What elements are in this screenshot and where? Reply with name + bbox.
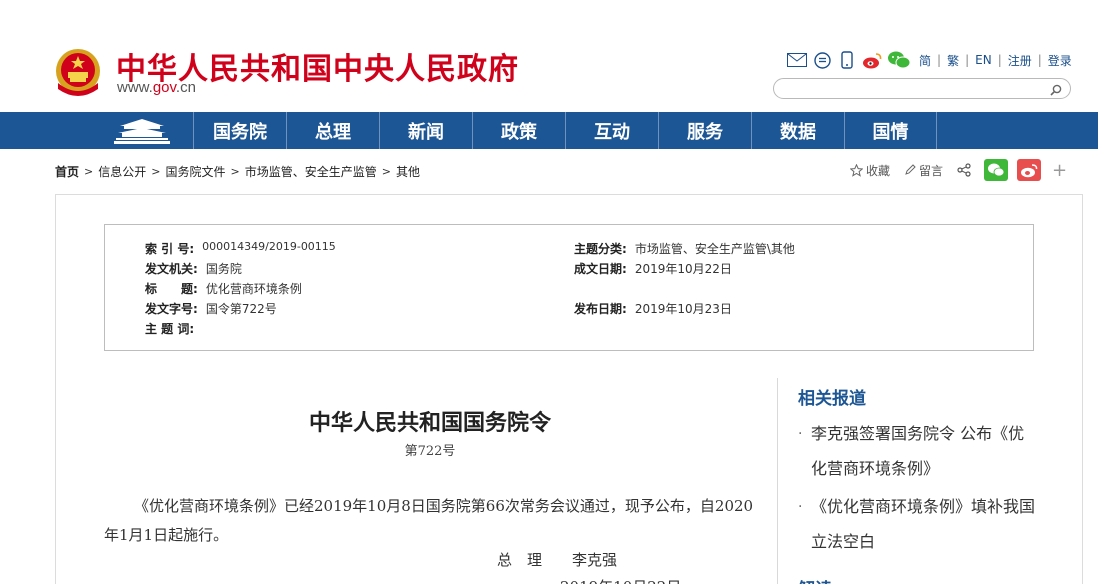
breadcrumb-home[interactable]: 首页: [55, 163, 79, 180]
nav-item-premier[interactable]: 总理: [286, 112, 379, 149]
top-tools: 简 | 繁 | EN | 注册 | 登录: [786, 49, 1072, 71]
weibo-icon[interactable]: [861, 50, 883, 70]
related-reports-title: 相关报道: [798, 389, 866, 409]
info-value: 000014349/2019-00115: [202, 240, 336, 253]
info-title-row: 标 题: 优化营商环境条例: [145, 280, 302, 297]
share-bar: 收藏 留言 +: [850, 158, 1067, 182]
mobile-icon[interactable]: [836, 50, 858, 70]
wechat-icon: [988, 163, 1005, 177]
article-signature: 总 理 李克强: [497, 551, 618, 569]
info-value: 2019年10月22日: [634, 262, 732, 276]
chevron-right-icon: >: [381, 165, 391, 178]
info-value: 国务院: [205, 262, 242, 276]
separator: |: [965, 53, 970, 67]
lang-simplified-link[interactable]: 简: [919, 52, 931, 69]
pencil-icon: [905, 164, 916, 175]
breadcrumb-item[interactable]: 市场监管、安全生产监管: [245, 163, 377, 180]
lang-english-link[interactable]: EN: [975, 53, 992, 67]
chevron-right-icon: >: [84, 165, 94, 178]
info-publish-row: 发布日期: 2019年10月23日: [574, 300, 732, 317]
info-value: 2019年10月23日: [634, 302, 732, 316]
article-date: 2019年10月22日: [560, 576, 681, 584]
site-header: 中华人民共和国中央人民政府 www.gov.cn 简 | 繁 | EN | 注册…: [0, 0, 1098, 112]
info-label: 发文字号:: [145, 302, 198, 316]
lang-traditional-link[interactable]: 繁: [947, 52, 959, 69]
separator: |: [1037, 53, 1042, 67]
star-icon: [850, 163, 863, 177]
related-report-text: 李克强签署国务院令 公布《优化营商环境条例》: [811, 424, 1025, 478]
article-paragraph: 《优化营商环境条例》已经2019年10月8日国务院第66次常务会议通过，现予公布…: [104, 497, 754, 544]
weibo-icon: [1021, 163, 1038, 177]
nav-item-service[interactable]: 服务: [658, 112, 751, 149]
login-link[interactable]: 登录: [1048, 52, 1072, 69]
site-url-suffix: .cn: [175, 79, 196, 96]
separator: |: [997, 53, 1002, 67]
tiananmen-icon[interactable]: [112, 116, 172, 146]
site-url-mid: gov: [152, 79, 176, 96]
share-button[interactable]: [957, 163, 974, 177]
bullet-icon: ·: [798, 426, 803, 442]
info-keywords-row: 主 题 词:: [145, 320, 194, 337]
search-icon[interactable]: [1049, 82, 1063, 96]
info-value: 优化营商环境条例: [205, 282, 302, 296]
sidebar-divider: [777, 378, 778, 584]
article-subtitle: 第722号: [404, 444, 456, 459]
nav-item-interaction[interactable]: 互动: [565, 112, 658, 149]
search-box: [773, 78, 1071, 99]
nav-items: 国务院 总理 新闻 政策 互动 服务 数据 国情: [193, 112, 937, 149]
nav-item-policy[interactable]: 政策: [472, 112, 565, 149]
nav-item-news[interactable]: 新闻: [379, 112, 472, 149]
comment-button[interactable]: 留言: [904, 162, 943, 179]
national-emblem-icon[interactable]: [54, 47, 102, 97]
info-label: 标 题:: [145, 282, 198, 296]
info-doc-no-row: 发文字号: 国令第722号: [145, 300, 277, 317]
info-value: 国令第722号: [205, 302, 277, 316]
breadcrumb-item[interactable]: 其他: [396, 163, 420, 180]
weibo-share-button[interactable]: [1017, 159, 1042, 181]
separator: |: [937, 53, 942, 67]
related-report-link[interactable]: · 《优化营商环境条例》填补我国立法空白: [798, 489, 1038, 559]
info-label: 成文日期:: [574, 262, 627, 276]
info-issuer-row: 发文机关: 国务院: [145, 260, 242, 277]
share-icon: [957, 163, 971, 177]
chevron-right-icon: >: [151, 165, 161, 178]
language-links: 简 | 繁 | EN | 注册 | 登录: [919, 52, 1072, 69]
info-date-written-row: 成文日期: 2019年10月22日: [574, 260, 732, 277]
register-link[interactable]: 注册: [1008, 52, 1032, 69]
mail-icon[interactable]: [786, 50, 808, 70]
info-label: 索 引 号:: [145, 242, 195, 256]
breadcrumb-item[interactable]: 信息公开: [98, 163, 146, 180]
chevron-right-icon: >: [230, 165, 240, 178]
nav-item-state-council[interactable]: 国务院: [193, 112, 286, 149]
info-value: 市场监管、安全生产监管\其他: [634, 242, 795, 256]
main-nav: 国务院 总理 新闻 政策 互动 服务 数据 国情: [0, 112, 1098, 149]
info-topic-row: 主题分类: 市场监管、安全生产监管\其他: [574, 240, 795, 257]
related-report-link[interactable]: · 李克强签署国务院令 公布《优化营商环境条例》: [798, 416, 1038, 486]
info-label: 发布日期:: [574, 302, 627, 316]
article-title: 中华人民共和国国务院令: [308, 410, 551, 436]
favorite-label: 收藏: [866, 163, 891, 178]
info-label: 主题分类:: [574, 242, 627, 256]
breadcrumb-item[interactable]: 国务院文件: [165, 163, 225, 180]
wechat-icon[interactable]: [886, 50, 912, 70]
nav-item-data[interactable]: 数据: [751, 112, 844, 149]
comment-label: 留言: [919, 163, 944, 178]
site-url-prefix: www.: [117, 79, 153, 96]
favorite-button[interactable]: 收藏: [850, 162, 890, 179]
related-reports-list: · 李克强签署国务院令 公布《优化营商环境条例》 · 《优化营商环境条例》填补我…: [798, 416, 1038, 562]
interpretation-title: 解读: [798, 575, 832, 584]
info-label: 主 题 词:: [145, 322, 195, 336]
message-icon[interactable]: [811, 50, 833, 70]
related-report-text: 《优化营商环境条例》填补我国立法空白: [811, 497, 1036, 551]
document-info-table: 索 引 号: 000014349/2019-00115 主题分类: 市场监管、安…: [104, 224, 1034, 351]
wechat-share-button[interactable]: [984, 159, 1009, 181]
search-input[interactable]: [784, 81, 1044, 96]
bullet-icon: ·: [798, 499, 803, 515]
site-url[interactable]: www.gov.cn: [117, 79, 196, 96]
info-index-row: 索 引 号: 000014349/2019-00115: [145, 240, 336, 257]
info-label: 发文机关:: [145, 262, 198, 276]
more-share-button[interactable]: +: [1052, 160, 1067, 181]
nav-item-national-info[interactable]: 国情: [844, 112, 937, 149]
breadcrumb: 首页 > 信息公开 > 国务院文件 > 市场监管、安全生产监管 > 其他: [55, 163, 420, 180]
